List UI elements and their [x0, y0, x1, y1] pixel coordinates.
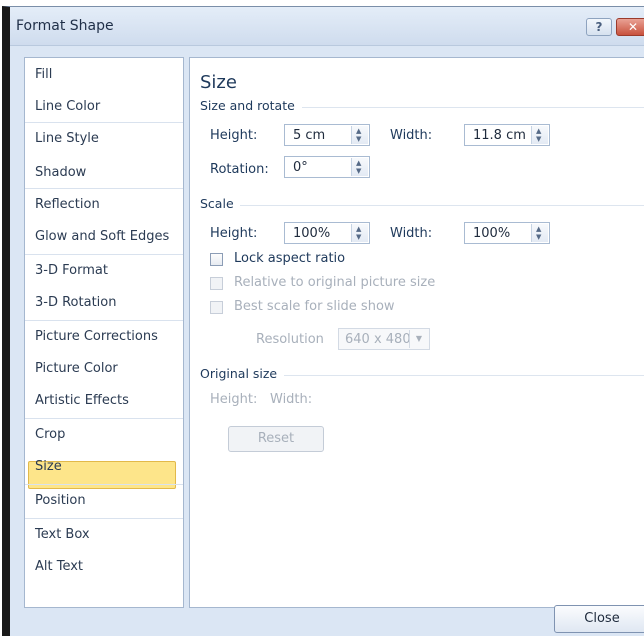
format-shape-dialog: Format Shape ? ✕ Fill Line Color Line Styl…: [2, 6, 644, 636]
section-divider: [240, 205, 644, 206]
section-scale: Scale: [200, 196, 234, 211]
original-width-label: Width:: [270, 392, 313, 407]
reset-button[interactable]: Reset: [228, 426, 324, 452]
nav-separator: [25, 518, 183, 519]
chevron-down-icon[interactable]: ▼: [409, 330, 428, 348]
resolution-value: 640 x 480: [345, 332, 411, 347]
scale-width-label: Width:: [390, 226, 433, 241]
nav-item-picture-corrections[interactable]: Picture Corrections: [35, 326, 158, 348]
scale-width-spin-arrows[interactable]: ▲ ▼: [531, 224, 548, 242]
close-window-button[interactable]: ✕: [616, 18, 644, 36]
nav-item-picture-color[interactable]: Picture Color: [35, 358, 118, 380]
width-spinner[interactable]: 11.8 cm ▲ ▼: [464, 124, 550, 146]
dialog-title: Format Shape: [16, 18, 114, 34]
nav-separator: [25, 188, 183, 189]
close-button[interactable]: Close: [554, 605, 644, 633]
height-value[interactable]: 5 cm: [293, 128, 325, 143]
rotation-spinner[interactable]: 0° ▲ ▼: [284, 156, 370, 178]
rotation-value[interactable]: 0°: [293, 160, 308, 175]
nav-item-artistic-effects[interactable]: Artistic Effects: [35, 390, 129, 412]
scale-height-spinner[interactable]: 100% ▲ ▼: [284, 222, 370, 244]
width-value[interactable]: 11.8 cm: [473, 128, 526, 143]
scale-height-label: Height:: [210, 226, 258, 241]
nav-item-alt-text[interactable]: Alt Text: [35, 556, 83, 578]
height-label: Height:: [210, 128, 258, 143]
section-size-and-rotate: Size and rotate: [200, 98, 295, 113]
scale-width-value[interactable]: 100%: [473, 226, 510, 241]
relative-size-checkbox[interactable]: [210, 277, 223, 290]
nav-item-text-box[interactable]: Text Box: [35, 524, 90, 546]
section-divider: [284, 375, 644, 376]
resolution-label: Resolution: [256, 332, 324, 347]
nav-separator: [25, 320, 183, 321]
width-label: Width:: [390, 128, 433, 143]
nav-item-3-d-format[interactable]: 3-D Format: [35, 260, 108, 282]
height-spinner[interactable]: 5 cm ▲ ▼: [284, 124, 370, 146]
relative-size-label: Relative to original picture size: [234, 275, 436, 290]
best-scale-label: Best scale for slide show: [234, 299, 395, 314]
title-bar[interactable]: Format Shape ? ✕: [10, 7, 644, 46]
nav-separator: [25, 254, 183, 255]
nav-item-fill[interactable]: Fill: [35, 64, 52, 86]
resolution-dropdown[interactable]: 640 x 480 ▼: [338, 328, 430, 350]
nav-separator: [25, 122, 183, 123]
original-height-label: Height:: [210, 392, 258, 407]
scale-height-value[interactable]: 100%: [293, 226, 330, 241]
nav-item-position[interactable]: Position: [35, 490, 86, 512]
scale-height-spin-arrows[interactable]: ▲ ▼: [351, 224, 368, 242]
help-button[interactable]: ?: [586, 18, 612, 36]
nav-item-shadow[interactable]: Shadow: [35, 162, 86, 184]
nav-item-3-d-rotation[interactable]: 3-D Rotation: [35, 292, 116, 314]
panel-heading: Size: [200, 72, 237, 93]
size-panel: Size Size and rotate Height: 5 cm ▲ ▼ Wid…: [189, 57, 644, 608]
width-spin-arrows[interactable]: ▲ ▼: [531, 126, 548, 144]
best-scale-checkbox[interactable]: [210, 301, 223, 314]
nav-separator: [25, 418, 183, 419]
section-original-size: Original size: [200, 366, 278, 381]
nav-separator: [25, 484, 183, 485]
nav-item-reflection[interactable]: Reflection: [35, 194, 100, 216]
nav-item-glow-and-soft-edges[interactable]: Glow and Soft Edges: [35, 226, 169, 248]
nav-item-size[interactable]: Size: [35, 456, 62, 478]
section-divider: [302, 107, 644, 108]
height-spin-arrows[interactable]: ▲ ▼: [351, 126, 368, 144]
rotation-spin-arrows[interactable]: ▲ ▼: [351, 158, 368, 176]
nav-item-line-style[interactable]: Line Style: [35, 128, 99, 150]
nav-item-crop[interactable]: Crop: [35, 424, 65, 446]
lock-aspect-checkbox[interactable]: [210, 253, 223, 266]
lock-aspect-label[interactable]: Lock aspect ratio: [234, 251, 345, 266]
scale-width-spinner[interactable]: 100% ▲ ▼: [464, 222, 550, 244]
category-list: Fill Line Color Line Style Shadow Reflection…: [24, 57, 184, 608]
nav-item-line-color[interactable]: Line Color: [35, 96, 100, 118]
rotation-label: Rotation:: [210, 162, 269, 177]
